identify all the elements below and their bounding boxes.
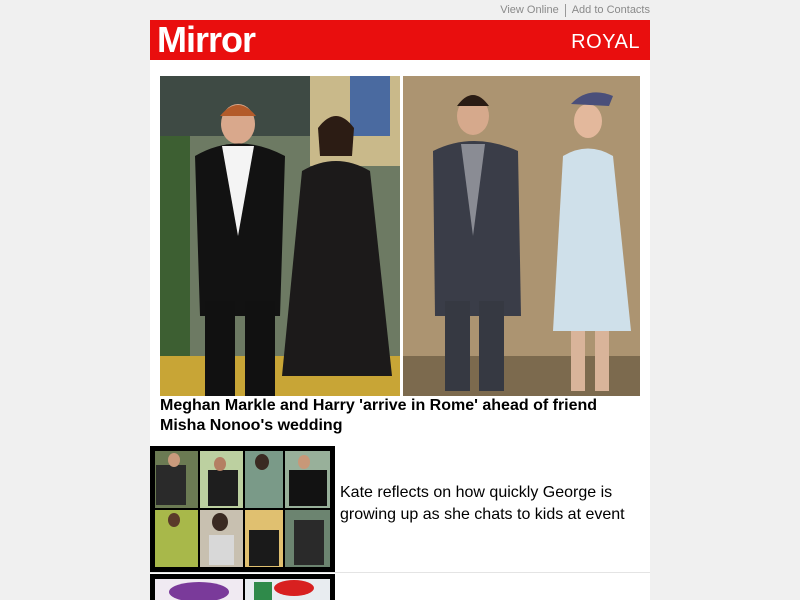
story-divider <box>150 572 650 573</box>
top-links-bar: View Online Add to Contacts <box>150 0 650 20</box>
story-thumbnail[interactable] <box>150 446 335 572</box>
lead-story-image[interactable] <box>160 76 640 396</box>
story-thumbnail[interactable] <box>150 574 335 600</box>
masthead: Mirror ROYAL <box>150 19 650 61</box>
lead-story-headline[interactable]: Meghan Markle and Harry 'arrive in Rome'… <box>160 396 630 436</box>
wedding-guests-photo <box>403 76 640 396</box>
harry-meghan-photo <box>160 76 400 396</box>
view-online-link[interactable]: View Online <box>500 4 559 16</box>
add-to-contacts-link[interactable]: Add to Contacts <box>572 4 650 16</box>
newsletter-content: Meghan Markle and Harry 'arrive in Rome'… <box>150 60 650 600</box>
link-separator <box>564 3 566 17</box>
story-headline[interactable]: Kate reflects on how quickly George is g… <box>340 482 640 526</box>
story-item[interactable]: Kate reflects on how quickly George is g… <box>150 446 650 572</box>
section-label: ROYAL <box>571 31 640 53</box>
mirror-logo[interactable]: Mirror <box>157 19 256 61</box>
